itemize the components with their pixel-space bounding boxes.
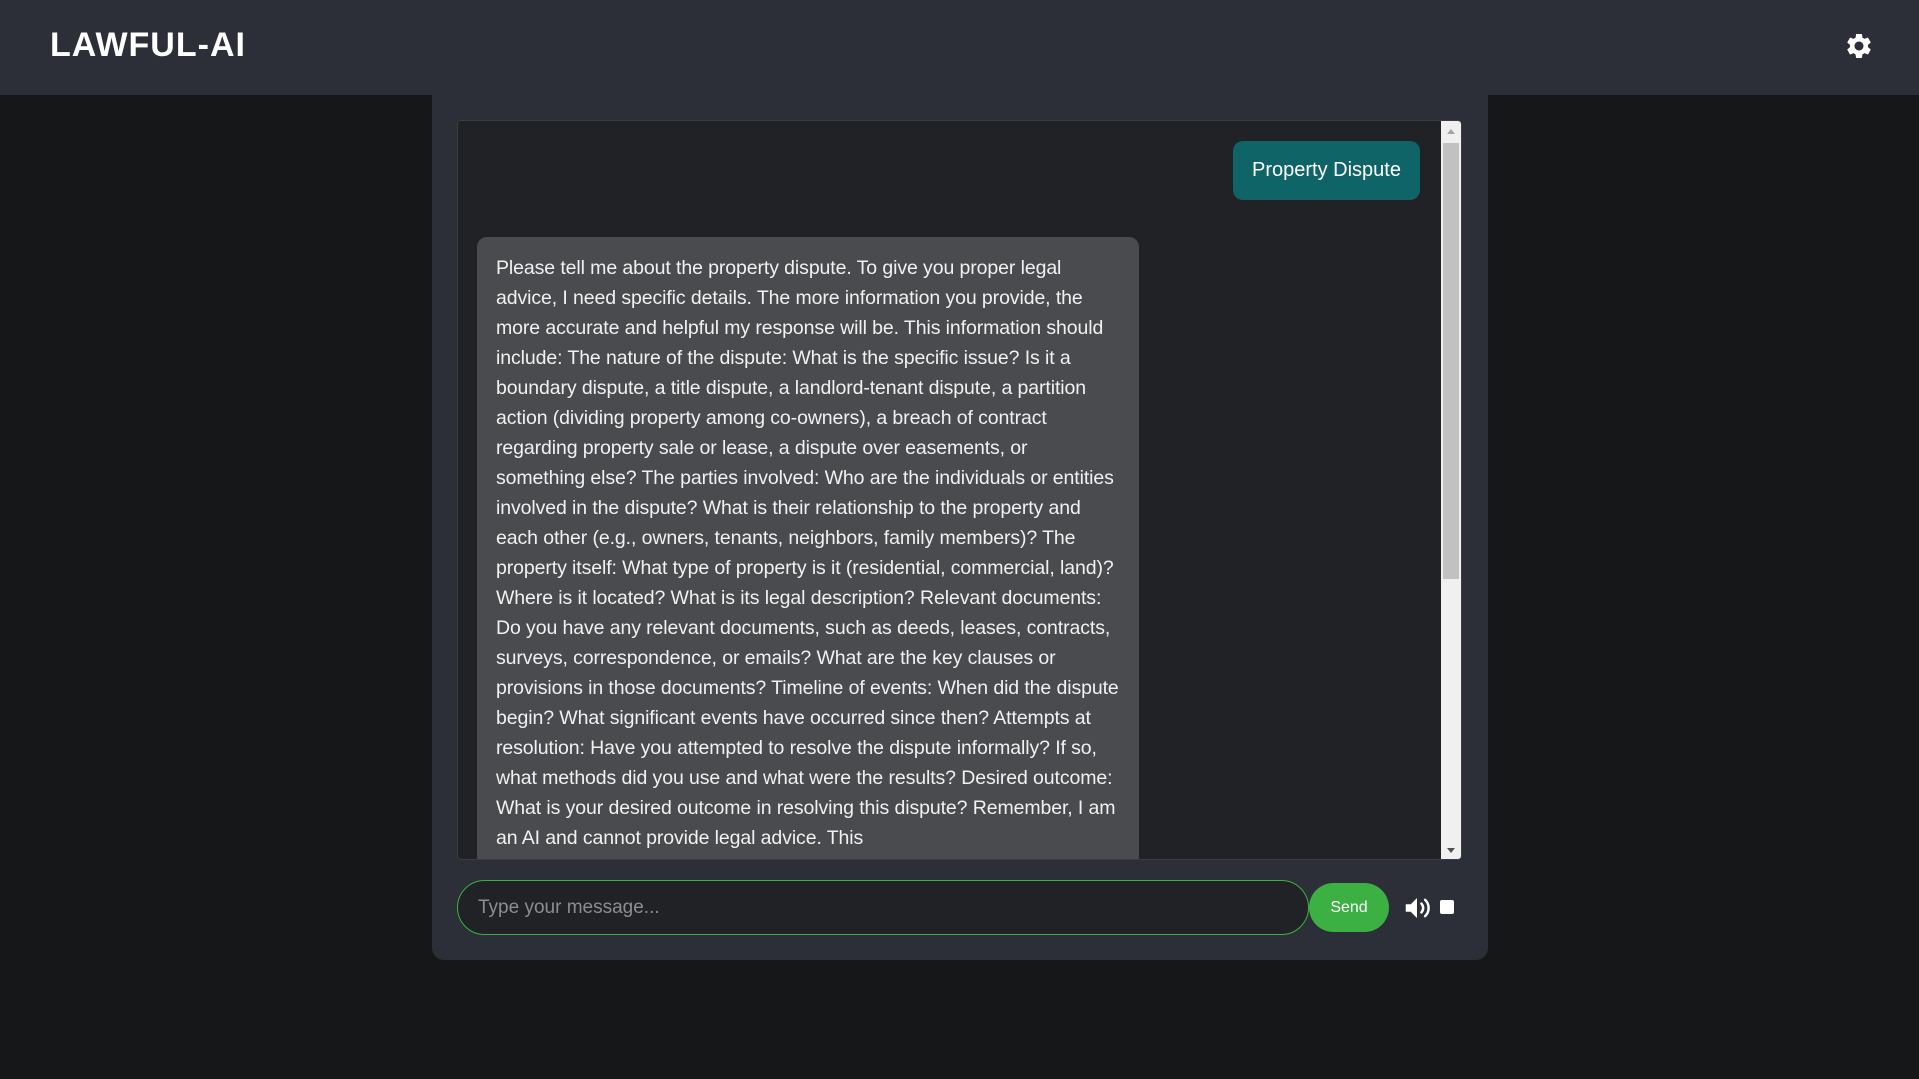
user-message-bubble: Property Dispute bbox=[1233, 141, 1420, 200]
composer: Send bbox=[457, 880, 1467, 935]
scroll-down-arrow-icon[interactable] bbox=[1441, 841, 1461, 859]
gear-icon bbox=[1847, 33, 1871, 58]
message-list-scrollbar[interactable] bbox=[1441, 121, 1461, 859]
scroll-up-arrow-icon[interactable] bbox=[1441, 121, 1461, 141]
top-bar: LAWFUL-AI bbox=[0, 0, 1919, 95]
chat-panel: Property Dispute Please tell me about th… bbox=[432, 95, 1488, 960]
scrollbar-thumb[interactable] bbox=[1443, 143, 1459, 579]
settings-button[interactable] bbox=[1844, 31, 1874, 61]
app-title: LAWFUL-AI bbox=[50, 26, 246, 64]
message-input[interactable] bbox=[457, 880, 1309, 935]
send-button[interactable]: Send bbox=[1309, 883, 1389, 932]
speaker-icon bbox=[1405, 898, 1430, 918]
stop-square-icon[interactable] bbox=[1440, 900, 1454, 914]
assistant-message-bubble: Please tell me about the property disput… bbox=[477, 237, 1139, 859]
message-list[interactable]: Property Dispute Please tell me about th… bbox=[457, 120, 1462, 860]
text-to-speech-button[interactable] bbox=[1402, 893, 1432, 923]
